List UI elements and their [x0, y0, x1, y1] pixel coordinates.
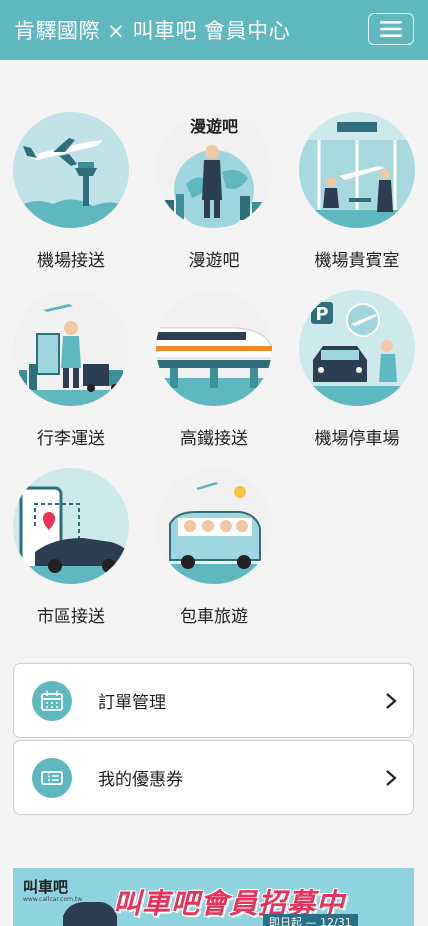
promo-banner[interactable]: 叫車吧 www.callcar.com.tw 叫車吧會員招募中 即日起 — 12… [13, 868, 414, 926]
calendar-icon [32, 680, 72, 721]
service-luggage[interactable]: 行李運送 [1, 290, 141, 449]
app-header: 肯驛國際 × 叫車吧 會員中心 [0, 0, 428, 60]
page-title: 肯驛國際 × 叫車吧 會員中心 [14, 19, 291, 43]
lounge-icon [299, 112, 415, 228]
service-label: 行李運送 [37, 429, 105, 449]
charter-van-icon [156, 468, 272, 584]
service-airport-parking[interactable]: P 機場停車場 [287, 290, 427, 449]
service-airport-lounge[interactable]: 機場貴賓室 [287, 112, 427, 271]
service-label: 高鐵接送 [180, 429, 248, 449]
service-label: 漫遊吧 [188, 251, 240, 271]
chevron-right-icon [386, 769, 397, 786]
roaming-globe-icon: 漫遊吧 [156, 112, 272, 228]
order-management-row[interactable]: 訂單管理 [13, 663, 414, 738]
service-label: 機場貴賓室 [314, 251, 400, 271]
coupon-icon [32, 757, 72, 798]
my-coupons-row[interactable]: 我的優惠券 [13, 740, 414, 815]
roaming-badge: 漫遊吧 [190, 117, 238, 136]
banner-date-range: 即日起 — 12/31 [263, 914, 358, 926]
service-label: 機場停車場 [314, 429, 400, 449]
airplane-tower-icon [13, 112, 129, 228]
service-roaming[interactable]: 漫遊吧 漫遊吧 [144, 112, 284, 271]
parking-car-icon: P [299, 290, 415, 406]
svg-text:P: P [315, 304, 328, 325]
high-speed-rail-icon [156, 290, 272, 406]
service-label: 包車旅遊 [180, 607, 248, 627]
hamburger-menu-button[interactable] [368, 13, 414, 45]
service-label: 機場接送 [37, 251, 105, 271]
row-label: 我的優惠券 [98, 770, 183, 790]
service-charter-tour[interactable]: 包車旅遊 [144, 468, 284, 627]
car-icon [63, 902, 117, 926]
luggage-truck-icon [13, 290, 129, 406]
service-hsr-transfer[interactable]: 高鐵接送 [144, 290, 284, 449]
service-city-transfer[interactable]: 市區接送 [1, 468, 141, 627]
service-label: 市區接送 [37, 607, 105, 627]
chevron-right-icon [386, 692, 397, 709]
service-airport-transfer[interactable]: 機場接送 [1, 112, 141, 271]
city-car-map-icon [13, 468, 129, 584]
row-label: 訂單管理 [98, 693, 166, 713]
hamburger-icon [380, 21, 402, 37]
